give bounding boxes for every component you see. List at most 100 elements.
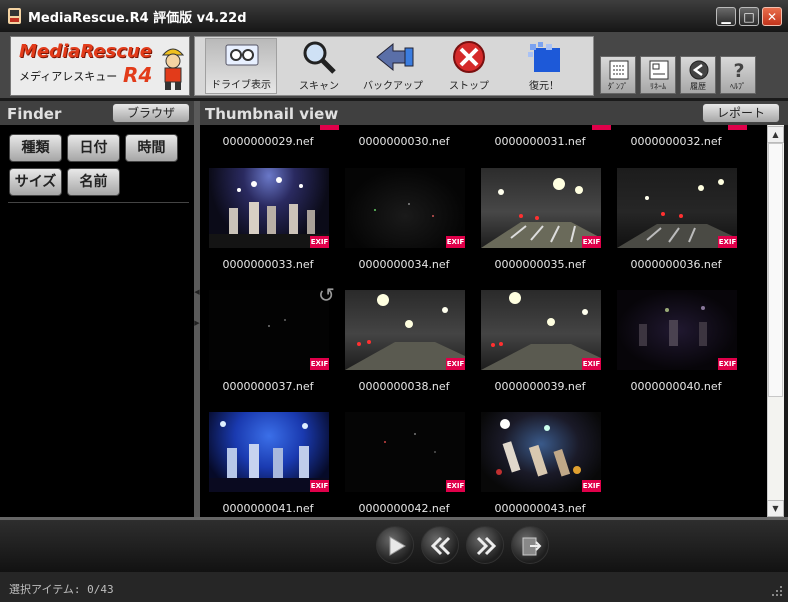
maximize-button[interactable]: □	[739, 7, 759, 26]
exif-badge: EXIF	[446, 236, 465, 248]
rename-button[interactable]: ﾘﾈｰﾑ	[640, 56, 676, 94]
restore-icon	[528, 42, 560, 72]
thumbnail-caption[interactable]: 0000000041.nef	[200, 502, 336, 515]
exif-badge: EXIF	[446, 480, 465, 492]
thumbnail-caption: 0000000030.nef	[358, 135, 450, 148]
report-button[interactable]: レポート	[702, 103, 780, 123]
scroll-up-button[interactable]: ▲	[767, 126, 784, 143]
logo-title: MediaRescue	[19, 41, 152, 62]
next-button[interactable]	[466, 526, 504, 564]
exif-badge	[592, 125, 611, 130]
thumbnail-item[interactable]: EXIF	[209, 290, 329, 370]
filter-size-button[interactable]: サイズ	[9, 168, 62, 196]
exif-badge: EXIF	[582, 480, 601, 492]
help-button[interactable]: ? ﾍﾙﾌﾟ	[720, 56, 756, 94]
thumbnail-caption[interactable]: 0000000038.nef	[336, 380, 472, 393]
drive-icon	[225, 44, 259, 66]
close-button[interactable]: ✕	[762, 7, 782, 26]
exif-badge: EXIF	[310, 480, 329, 492]
thumbnail-caption[interactable]: 0000000034.nef	[336, 258, 472, 271]
resize-grip-icon[interactable]	[770, 584, 784, 598]
stop-label: ストップ	[449, 81, 489, 92]
thumbnail-item[interactable]: EXIF	[345, 412, 465, 492]
scroll-down-button[interactable]: ▼	[767, 500, 784, 517]
thumbnail-caption[interactable]: 0000000042.nef	[336, 502, 472, 515]
dump-label: ﾀﾞﾝﾌﾟ	[608, 82, 628, 91]
minimize-button[interactable]: ▁	[716, 7, 736, 26]
finder-title: Finder	[7, 105, 62, 123]
thumbnail-caption[interactable]: 0000000040.nef	[608, 380, 744, 393]
rotate-icon[interactable]: ↺	[318, 283, 335, 307]
filter-date-button[interactable]: 日付	[67, 134, 120, 162]
thumbnail-item[interactable]: EXIF	[345, 290, 465, 370]
dump-icon	[609, 60, 629, 80]
thumbnail-item[interactable]: EXIF	[617, 290, 737, 370]
drive-view-label: ドライブ表示	[211, 80, 271, 91]
scroll-up-icon: ▲	[772, 130, 779, 139]
export-icon	[522, 537, 542, 556]
thumbnail-item[interactable]: EXIF	[345, 168, 465, 248]
play-icon	[389, 536, 406, 556]
magnifier-icon	[303, 41, 336, 74]
minimize-icon: ▁	[721, 10, 731, 24]
close-icon: ✕	[766, 10, 778, 24]
thumbnail-caption[interactable]: 0000000036.nef	[608, 258, 744, 271]
thumbnail-item[interactable]: EXIF	[209, 412, 329, 492]
selected-items-status: 選択アイテム: 0/43	[9, 583, 114, 596]
stop-icon	[453, 41, 485, 73]
exif-badge: EXIF	[310, 236, 329, 248]
exif-badge	[320, 125, 339, 130]
logo-subtitle: メディアレスキュー	[19, 70, 118, 83]
window-title: MediaRescue.R4 評価版 v4.22d	[28, 11, 247, 26]
drive-view-button[interactable]: ドライブ表示	[205, 38, 277, 94]
rename-label: ﾘﾈｰﾑ	[650, 82, 666, 91]
exif-badge: EXIF	[582, 236, 601, 248]
history-icon	[689, 60, 709, 80]
exif-badge: EXIF	[446, 358, 465, 370]
thumbnail-caption: 0000000029.nef	[222, 135, 314, 148]
status-bar: 選択アイテム: 0/43	[0, 572, 788, 602]
thumbnail-caption[interactable]: 0000000033.nef	[200, 258, 336, 271]
backup-label: バックアップ	[363, 81, 423, 92]
stop-button[interactable]: ストップ	[433, 38, 505, 94]
browser-button[interactable]: ブラウザ	[112, 103, 190, 123]
restore-label: 復元！	[529, 81, 559, 92]
svg-text:?: ?	[733, 60, 744, 80]
filter-time-button[interactable]: 時間	[125, 134, 178, 162]
thumbnail-caption[interactable]: 0000000043.nef	[472, 502, 608, 515]
fast-forward-icon	[476, 536, 497, 556]
logo: MediaRescue メディアレスキュー R4	[10, 36, 190, 96]
thumbnail-caption[interactable]: 0000000039.nef	[472, 380, 608, 393]
app-icon	[8, 8, 21, 24]
thumbnail-caption: 0000000031.nef	[494, 135, 586, 148]
backup-button[interactable]: バックアップ	[357, 38, 429, 94]
finder-divider	[8, 202, 189, 203]
help-label: ﾍﾙﾌﾟ	[730, 82, 746, 91]
thumbnail-item[interactable]: EXIF	[209, 168, 329, 248]
export-button[interactable]	[511, 526, 549, 564]
filter-type-button[interactable]: 種類	[9, 134, 62, 162]
thumbnail-item[interactable]: EXIF	[617, 168, 737, 248]
thumbnail-caption[interactable]: 0000000035.nef	[472, 258, 608, 271]
exif-badge: EXIF	[310, 358, 329, 370]
filter-name-button[interactable]: 名前	[67, 168, 120, 196]
restore-button[interactable]: 復元！	[508, 38, 580, 94]
scan-button[interactable]: スキャン	[283, 38, 355, 94]
play-button[interactable]	[376, 526, 414, 564]
previous-button[interactable]	[421, 526, 459, 564]
thumbnail-caption[interactable]: 0000000037.nef	[200, 380, 336, 393]
scan-label: スキャン	[299, 81, 339, 92]
history-button[interactable]: 履歴	[680, 56, 716, 94]
thumbnail-grid: 0000000029.nef 0000000030.nef 0000000031…	[200, 125, 767, 517]
dump-button[interactable]: ﾀﾞﾝﾌﾟ	[600, 56, 636, 94]
help-icon: ?	[733, 60, 744, 80]
scrollbar-thumb[interactable]	[768, 143, 783, 397]
thumbnail-item[interactable]: EXIF	[481, 168, 601, 248]
backup-arrow-icon	[376, 42, 414, 72]
thumbnail-item[interactable]: EXIF	[481, 290, 601, 370]
maximize-icon: □	[743, 10, 755, 24]
thumbnail-view-title: Thumbnail view	[205, 105, 339, 123]
thumbnail-caption: 0000000032.nef	[630, 135, 722, 148]
thumbnail-item[interactable]: EXIF	[481, 412, 601, 492]
mascot-icon	[161, 48, 185, 90]
